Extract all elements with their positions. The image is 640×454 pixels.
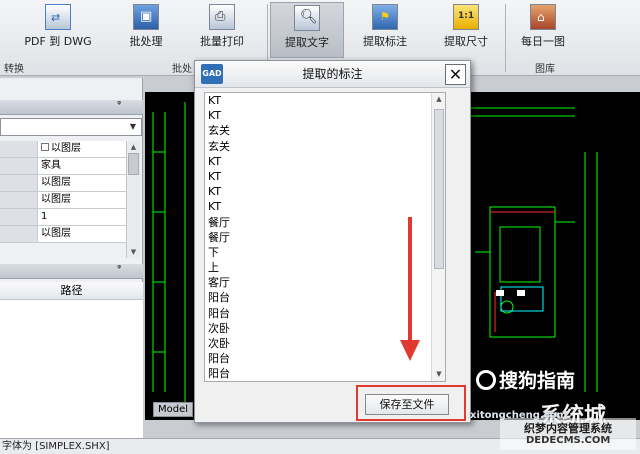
list-item[interactable]: KT — [205, 93, 445, 108]
close-icon[interactable]: ✕ — [445, 64, 466, 85]
sogou-watermark-text: 搜狗指南 — [499, 370, 576, 392]
list-item[interactable]: KT — [205, 169, 445, 184]
scroll-down-icon[interactable]: ▼ — [432, 368, 446, 381]
pdf-to-dwg-button[interactable]: ⇄ PDF 到 DWG — [22, 2, 94, 52]
list-item[interactable]: 玄关 — [205, 139, 445, 154]
list-item[interactable]: KT — [205, 154, 445, 169]
batch-process-icon: ▣ — [133, 4, 159, 30]
table-row[interactable]: 以图层 — [0, 175, 126, 192]
batch-print-label: 批量打印 — [200, 35, 244, 48]
property-table: 以图层 家具 以图层 以图层 1 以图层 — [0, 141, 126, 243]
extract-dimension-icon: 1:1 — [453, 4, 479, 30]
properties-panel: ᵠ ▼ 以图层 家具 以图层 以图层 1 以图层 ▲ ▼ ᵠ 路径 — [0, 78, 143, 438]
dede-watermark-box: 织梦内容管理系统 DEDECMS.COM — [500, 418, 636, 450]
pin-icon[interactable]: ᵠ — [117, 100, 121, 110]
extract-text-label: 提取文字 — [285, 36, 329, 49]
batch-process-label: 批处理 — [129, 35, 163, 48]
extract-dimension-label: 提取尺寸 — [444, 35, 488, 48]
chevron-down-icon: ▼ — [129, 122, 137, 131]
extract-dimension-button[interactable]: 1:1 提取尺寸 — [438, 2, 494, 52]
daily-drawing-icon: ⌂ — [530, 4, 556, 30]
sogou-logo-icon — [476, 370, 496, 390]
panel-titlebar: ᵠ — [0, 100, 143, 115]
table-row[interactable]: 以图层 — [0, 226, 126, 243]
cad-application-window: ⇄ PDF 到 DWG ▣ 批处理 ⎙ 批量打印 🔍︎ 提取文字 ⚑ 提取标注 … — [0, 0, 640, 454]
table-row[interactable]: 以图层 — [0, 141, 126, 158]
checkbox-icon[interactable] — [41, 143, 49, 151]
property-value: 以图层 — [38, 175, 126, 191]
panel-titlebar: ᵠ — [0, 264, 143, 279]
scrollbar-thumb[interactable] — [434, 109, 444, 269]
table-row[interactable]: 1 — [0, 209, 126, 226]
scroll-up-icon[interactable]: ▲ — [127, 141, 140, 153]
dialog-title: 提取的标注 — [302, 67, 363, 81]
red-arrow-annotation — [400, 217, 420, 361]
extract-annotation-button[interactable]: ⚑ 提取标注 — [355, 2, 415, 52]
scroll-down-icon[interactable]: ▼ — [127, 246, 140, 258]
scroll-up-icon[interactable]: ▲ — [432, 93, 446, 106]
property-value: 以图层 — [38, 226, 126, 242]
pin-icon[interactable]: ᵠ — [117, 264, 121, 274]
list-item[interactable]: KT — [205, 184, 445, 199]
dede-watermark-url: DEDECMS.COM — [526, 435, 611, 446]
batch-process-button[interactable]: ▣ 批处理 — [123, 2, 169, 52]
extract-text-button[interactable]: 🔍︎ 提取文字 — [270, 2, 344, 58]
scrollbar-thumb[interactable] — [128, 153, 139, 175]
pdf-to-dwg-icon: ⇄ — [45, 4, 71, 30]
property-value: 家具 — [38, 158, 126, 174]
list-item[interactable]: 阳台 — [205, 366, 445, 381]
save-button-highlight — [356, 385, 466, 421]
extract-annotation-label: 提取标注 — [363, 35, 407, 48]
property-scrollbar[interactable]: ▲ ▼ — [126, 141, 140, 258]
gad-logo-icon: GAD — [201, 64, 223, 84]
table-row[interactable]: 以图层 — [0, 192, 126, 209]
path-list — [0, 300, 143, 438]
pdf-to-dwg-label: PDF 到 DWG — [24, 35, 92, 48]
path-column-header[interactable]: 路径 — [0, 282, 143, 300]
daily-drawing-button[interactable]: ⌂ 每日一图 — [512, 2, 574, 52]
list-item[interactable]: KT — [205, 199, 445, 214]
tab-model[interactable]: Model — [153, 402, 193, 417]
list-item[interactable]: KT — [205, 108, 445, 123]
ribbon-separator — [505, 4, 506, 72]
group-label-convert: 转换 — [4, 64, 24, 75]
property-value: 以图层 — [51, 143, 81, 154]
dialog-titlebar[interactable]: 提取的标注 GAD ✕ — [195, 61, 470, 88]
extract-annotation-icon: ⚑ — [372, 4, 398, 30]
sogou-watermark: 搜狗指南 — [476, 366, 575, 393]
daily-drawing-label: 每日一图 — [521, 35, 565, 48]
property-value: 1 — [38, 209, 126, 225]
extract-text-icon: 🔍︎ — [294, 5, 320, 31]
batch-print-button[interactable]: ⎙ 批量打印 — [196, 2, 248, 52]
annotation-list-scrollbar[interactable]: ▲ ▼ — [431, 93, 445, 381]
extracted-annotations-dialog: 提取的标注 GAD ✕ KT KT 玄关 玄关 KT KT KT KT 餐厅 餐… — [194, 60, 471, 423]
property-value: 以图层 — [38, 192, 126, 208]
table-row[interactable]: 家具 — [0, 158, 126, 175]
list-item[interactable]: 玄关 — [205, 123, 445, 138]
batch-print-icon: ⎙ — [209, 4, 235, 30]
dede-watermark-text: 织梦内容管理系统 — [524, 422, 612, 435]
object-type-dropdown[interactable]: ▼ — [0, 118, 142, 136]
group-label-batch: 批处 — [172, 64, 192, 75]
group-label-library: 图库 — [535, 64, 555, 75]
